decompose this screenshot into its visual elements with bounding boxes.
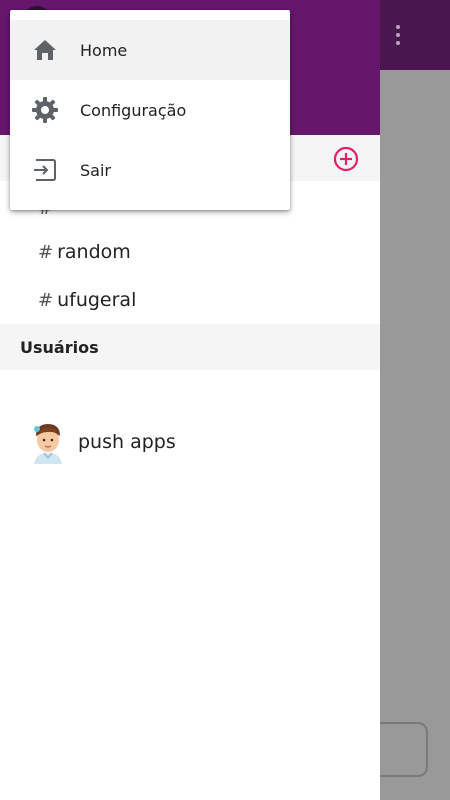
menu-item-home[interactable]: Home [10, 20, 290, 80]
menu-item-label: Home [80, 40, 128, 60]
channel-item-ufugeral[interactable]: # ufugeral [38, 280, 136, 320]
channel-item-random[interactable]: # random [38, 232, 131, 272]
menu-item-logout[interactable]: Sair [10, 140, 290, 200]
add-channel-icon[interactable] [333, 146, 359, 172]
home-icon [30, 35, 60, 65]
overflow-dot [396, 33, 400, 37]
menu-item-label: Configuração [80, 100, 187, 120]
overflow-dot [396, 25, 400, 29]
popup-menu: Home Configuração Sair [10, 10, 290, 210]
gear-icon [30, 95, 60, 125]
screen: # # random # ufugeral Usuários [0, 0, 450, 800]
users-header-label: Usuários [20, 337, 99, 357]
menu-item-settings[interactable]: Configuração [10, 80, 290, 140]
user-avatar [34, 424, 62, 464]
overflow-dot [396, 41, 400, 45]
user-item[interactable]: push apps [28, 418, 176, 466]
logout-icon [30, 155, 60, 185]
channel-name: ufugeral [57, 289, 137, 311]
users-header: Usuários [0, 324, 380, 370]
channel-name: random [57, 241, 131, 263]
channel-hash: # [38, 241, 54, 263]
user-name: push apps [78, 431, 176, 453]
overflow-menu-button[interactable] [386, 18, 410, 52]
channel-hash: # [38, 289, 54, 311]
menu-item-label: Sair [80, 160, 111, 180]
